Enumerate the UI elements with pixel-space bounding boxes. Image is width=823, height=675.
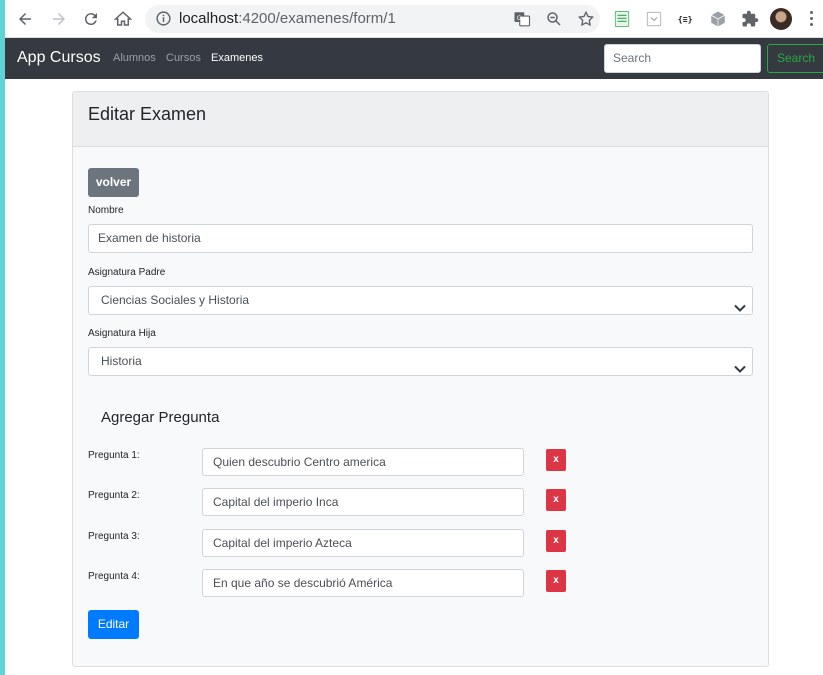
asignatura-hija-label: Asignatura Hija: [88, 328, 156, 339]
zoom-out-icon[interactable]: [545, 10, 563, 28]
extensions-puzzle-icon[interactable]: [741, 10, 759, 28]
asignatura-padre-label: Asignatura Padre: [88, 267, 166, 278]
asignatura-hija-select[interactable]: Historia: [88, 347, 753, 376]
app-navbar: App Cursos Alumnos Cursos Examenes Searc…: [5, 38, 823, 79]
svg-text:G: G: [517, 15, 522, 22]
forward-arrow-icon[interactable]: [47, 7, 71, 31]
navbar-search-button[interactable]: Search: [767, 44, 823, 73]
navbar-brand[interactable]: App Cursos: [17, 49, 101, 67]
back-arrow-icon[interactable]: [13, 7, 37, 31]
cube-extension-icon[interactable]: [709, 10, 727, 28]
remove-pregunta-button-1[interactable]: x: [546, 449, 566, 471]
reload-icon[interactable]: [79, 7, 103, 31]
sheets-extension-icon[interactable]: [613, 10, 631, 28]
pregunta-input-1[interactable]: Quien descubrio Centro america: [202, 448, 524, 476]
browser-menu-icon[interactable]: [810, 11, 814, 27]
page-title: Editar Examen: [88, 104, 207, 124]
remove-pregunta-button-2[interactable]: x: [546, 489, 566, 511]
asignatura-hija-value: Historia: [101, 354, 142, 368]
pregunta-input-2[interactable]: Capital del imperio Inca: [202, 488, 524, 516]
pocket-extension-icon[interactable]: [645, 10, 663, 28]
profile-avatar[interactable]: [770, 8, 792, 30]
asignatura-padre-value: Ciencias Sociales y Historia: [101, 293, 250, 307]
navbar-search-input[interactable]: Search: [604, 44, 761, 73]
editar-submit-button[interactable]: Editar: [88, 610, 139, 639]
pregunta-input-4[interactable]: En que año se descubrió América: [202, 569, 524, 597]
address-bar[interactable]: localhost:4200/examenes/form/1 G: [145, 5, 600, 33]
window-edge: [0, 0, 5, 675]
pregunta-label-2: Pregunta 2:: [88, 490, 140, 501]
remove-pregunta-button-4[interactable]: x: [546, 570, 566, 592]
translate-icon[interactable]: G: [513, 10, 531, 28]
browser-toolbar: localhost:4200/examenes/form/1 G {≡}: [5, 0, 823, 38]
remove-pregunta-button-3[interactable]: x: [546, 530, 566, 552]
json-extension-icon[interactable]: {≡}: [677, 10, 695, 28]
nav-link-alumnos[interactable]: Alumnos: [113, 52, 156, 64]
svg-text:{≡}: {≡}: [678, 14, 693, 24]
pregunta-input-3[interactable]: Capital del imperio Azteca: [202, 529, 524, 557]
pregunta-label-3: Pregunta 3:: [88, 531, 140, 542]
card-header: Editar Examen: [73, 92, 768, 147]
url-text: localhost:4200/examenes/form/1: [179, 10, 396, 27]
asignatura-padre-select[interactable]: Ciencias Sociales y Historia: [88, 286, 753, 315]
nombre-input[interactable]: Examen de historia: [88, 224, 753, 253]
exam-form-card: Editar Examen volver Nombre Examen de hi…: [72, 91, 769, 667]
nav-link-cursos[interactable]: Cursos: [166, 52, 201, 64]
nav-link-examenes[interactable]: Examenes: [211, 52, 263, 64]
chevron-down-icon: [734, 357, 746, 384]
back-button[interactable]: volver: [88, 168, 139, 197]
nombre-label: Nombre: [88, 205, 124, 216]
home-icon[interactable]: [111, 7, 135, 31]
pregunta-label-1: Pregunta 1:: [88, 450, 140, 461]
agregar-pregunta-title: Agregar Pregunta: [101, 409, 220, 426]
pregunta-label-4: Pregunta 4:: [88, 571, 140, 582]
chevron-down-icon: [734, 296, 746, 323]
site-info-icon[interactable]: [155, 10, 172, 32]
bookmark-star-icon[interactable]: [577, 10, 595, 28]
